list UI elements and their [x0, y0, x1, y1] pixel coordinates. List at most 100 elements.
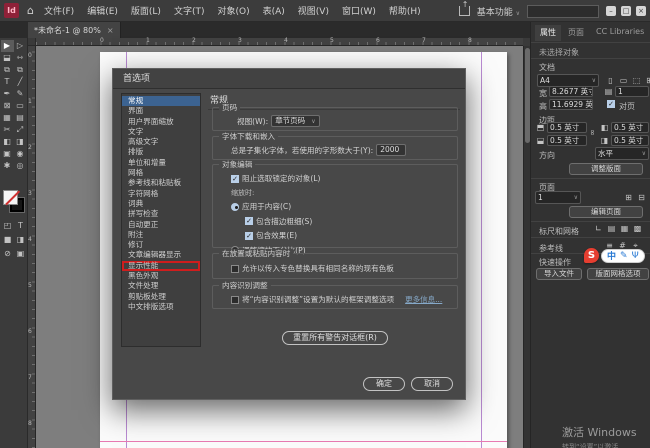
rulers-grids-icon[interactable]: ▤	[606, 223, 617, 234]
ime-mic-icon[interactable]: Ψ	[632, 251, 639, 261]
rulers-grids-icon[interactable]: ▦	[619, 223, 630, 234]
sogou-logo-icon[interactable]: S	[584, 248, 599, 263]
margin-right-field[interactable]: 0.5 英寸	[611, 135, 649, 146]
width-field[interactable]: 8.2677 英寸	[549, 86, 593, 97]
include-effects-checkbox[interactable]	[245, 232, 253, 240]
tool-icon[interactable]: ▷	[14, 40, 27, 52]
document-option-icon[interactable]: ⊞	[644, 75, 650, 86]
menu-item[interactable]: 版面(L)	[131, 4, 161, 17]
toolbar-option-icon[interactable]: ⊘	[1, 248, 14, 260]
menu-item[interactable]: 文件(F)	[44, 4, 74, 17]
toolbar-option-icon[interactable]: ◰	[1, 220, 14, 232]
preferences-category-item[interactable]: 文件处理	[122, 281, 200, 291]
rulers-grids-icon[interactable]: ▩	[632, 223, 643, 234]
panel-tab[interactable]: CC Libraries	[591, 25, 649, 41]
dialog-title[interactable]: 首选项	[113, 69, 465, 89]
preferences-category-item[interactable]: 排版	[122, 147, 200, 157]
preferences-category-item[interactable]: 拼写检查	[122, 209, 200, 219]
preferences-category-item[interactable]: 单位和增量	[122, 158, 200, 168]
home-icon[interactable]: ⌂	[27, 4, 34, 17]
tool-icon[interactable]: ⧉	[1, 64, 14, 76]
preferences-category-item[interactable]: 剪贴板处理	[122, 292, 200, 302]
maximize-button[interactable]: □	[621, 6, 631, 16]
tab-close-icon[interactable]: ×	[107, 26, 114, 35]
tool-icon[interactable]: ▣	[1, 148, 14, 160]
toolbar-option-icon[interactable]: ■	[1, 234, 14, 246]
preferences-category-item[interactable]: 参考线和粘贴板	[122, 178, 200, 188]
facing-pages-checkbox[interactable]	[607, 100, 615, 108]
preferences-category-item[interactable]: 用户界面缩放	[122, 117, 200, 127]
ime-pen-icon[interactable]: ✎	[620, 251, 628, 261]
tool-icon[interactable]: ✎	[14, 88, 27, 100]
search-input[interactable]	[527, 5, 599, 18]
margin-left-field[interactable]: 0.5 英寸	[611, 122, 649, 133]
tool-icon[interactable]: ⤢	[14, 124, 27, 136]
toolbar-option-icon[interactable]: ◨	[14, 234, 27, 246]
rulers-grids-icon[interactable]: ∟	[593, 223, 604, 234]
tool-icon[interactable]: ◨	[14, 136, 27, 148]
edit-pages-button[interactable]: 编辑页面	[569, 206, 643, 218]
tool-icon[interactable]: ⊠	[1, 100, 14, 112]
content-aware-default-checkbox[interactable]	[231, 296, 239, 304]
ime-language-toggle[interactable]: 中	[607, 249, 616, 262]
document-option-icon[interactable]: ▯	[605, 75, 616, 86]
preferences-category-item[interactable]: 网格	[122, 168, 200, 178]
tool-icon[interactable]: ◎	[14, 160, 27, 172]
tool-icon[interactable]: ╱	[14, 76, 27, 88]
document-option-icon[interactable]: ⬚	[631, 75, 642, 86]
document-tab[interactable]: *未命名-1 @ 80% ×	[28, 22, 121, 38]
preferences-category-item[interactable]: 自动更正	[122, 220, 200, 230]
margin-bottom-field[interactable]: 0.5 英寸	[547, 135, 587, 146]
preferences-category-item[interactable]: 修订	[122, 240, 200, 250]
minimize-button[interactable]: –	[606, 6, 616, 16]
tool-icon[interactable]: ◧	[1, 136, 14, 148]
panel-tab[interactable]: 属性	[535, 25, 561, 41]
preferences-category-item[interactable]: 词典	[122, 199, 200, 209]
import-file-button[interactable]: 导入文件	[536, 268, 582, 280]
tool-icon[interactable]: ⧉	[14, 64, 27, 76]
tool-icon[interactable]: T	[1, 76, 14, 88]
menu-item[interactable]: 编辑(E)	[87, 4, 118, 17]
include-stroke-checkbox[interactable]	[245, 217, 253, 225]
vertical-scrollbar[interactable]	[523, 46, 530, 448]
page-numbering-view-select[interactable]: 章节页码∨	[271, 115, 319, 127]
preferences-category-item[interactable]: 文章编辑器显示	[122, 250, 200, 260]
fill-stroke-swatches[interactable]	[3, 190, 25, 214]
tool-icon[interactable]: ⇿	[14, 52, 27, 64]
tool-icon[interactable]: ◉	[14, 148, 27, 160]
preferences-category-item[interactable]: 文字	[122, 127, 200, 137]
tool-icon[interactable]: ✂	[1, 124, 14, 136]
menu-item[interactable]: 文字(T)	[174, 4, 205, 17]
spot-color-replace-checkbox[interactable]	[231, 265, 239, 273]
toolbar-option-icon[interactable]: T	[14, 220, 27, 232]
workspace-switcher[interactable]: 基本功能 ∨	[477, 5, 520, 18]
preferences-category-item[interactable]: 附注	[122, 230, 200, 240]
tool-icon[interactable]: ▶	[1, 40, 14, 52]
orientation-select[interactable]: 水平∨	[595, 147, 649, 160]
preferences-category-item[interactable]: 显示性能	[122, 261, 200, 271]
menu-item[interactable]: 帮助(H)	[389, 4, 421, 17]
tool-icon[interactable]: ▤	[14, 112, 27, 124]
vertical-ruler[interactable]: 012345678	[28, 46, 36, 448]
adjust-layout-button[interactable]: 调整版面	[569, 163, 643, 175]
preferences-category-item[interactable]: 常规	[122, 96, 200, 106]
tool-icon[interactable]: ✒	[1, 88, 14, 100]
menu-item[interactable]: 窗口(W)	[342, 4, 376, 17]
reset-warnings-button[interactable]: 重置所有警告对话框(R)	[282, 331, 388, 345]
menu-item[interactable]: 视图(V)	[298, 4, 329, 17]
menu-item[interactable]: 对象(O)	[217, 4, 249, 17]
panel-tab[interactable]: 页面	[563, 25, 589, 41]
preferences-category-item[interactable]: 字符网格	[122, 189, 200, 199]
toolbar-option-icon[interactable]: ▣	[14, 248, 27, 260]
height-field[interactable]: 11.6929 英寸	[549, 99, 593, 110]
fill-none-swatch[interactable]	[3, 190, 18, 205]
close-button[interactable]: ×	[636, 6, 646, 16]
ruler-corner[interactable]	[28, 38, 36, 46]
tool-icon[interactable]: ⬓	[1, 52, 14, 64]
pages-count-field[interactable]: 1	[615, 86, 649, 97]
cancel-button[interactable]: 取消	[411, 377, 453, 391]
prevent-selection-checkbox[interactable]	[231, 175, 239, 183]
tool-icon[interactable]: ✱	[1, 160, 14, 172]
margin-top-field[interactable]: 0.5 英寸	[547, 122, 587, 133]
layout-grid-options-button[interactable]: 版面网格选项	[587, 268, 649, 280]
